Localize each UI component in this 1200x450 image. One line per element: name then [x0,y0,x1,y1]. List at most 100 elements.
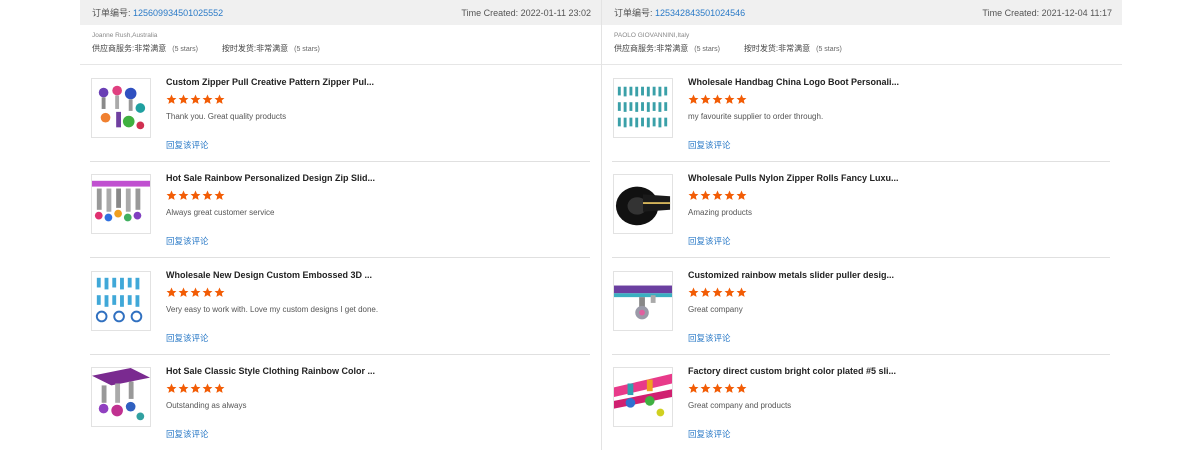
star-icon [736,94,747,105]
product-image [614,175,672,233]
star-icon [190,190,201,201]
rating-on-time-delivery: 按时发货: 非常满意 (5 stars) [744,43,842,54]
product-thumbnail[interactable] [613,78,673,138]
star-icon [178,94,189,105]
review-comment: Great company and products [688,401,792,410]
reply-link[interactable]: 回复该评论 [166,139,209,151]
star-rating [688,287,747,298]
order-panel-1: 订单编号: 125609934501025552 Time Created: 2… [80,0,602,450]
star-icon [700,190,711,201]
star-icon [178,287,189,298]
product-title[interactable]: Wholesale Pulls Nylon Zipper Rolls Fancy… [688,173,899,183]
star-icon [712,94,723,105]
product-image [92,175,150,233]
rating-value: 非常满意 [256,44,289,53]
star-icon [202,287,213,298]
review-item: Hot Sale Rainbow Personalized Design Zip… [90,162,590,258]
order-number-link[interactable]: 125342843501024546 [655,8,745,18]
product-thumbnail[interactable] [613,271,673,331]
star-icon [166,190,177,201]
rating-label: 按时发货: [743,44,779,53]
product-thumbnail[interactable] [613,174,673,234]
product-title[interactable]: Hot Sale Classic Style Clothing Rainbow … [166,366,376,376]
rating-stars-text: (5 stars) [172,46,198,53]
star-icon [214,287,225,298]
star-icon [724,94,735,105]
star-icon [166,383,177,394]
star-icon [724,287,735,298]
reply-link[interactable]: 回复该评论 [688,235,731,247]
order-panel-2: 订单编号: 125342843501024546 Time Created: 2… [602,0,1122,450]
product-title[interactable]: Hot Sale Rainbow Personalized Design Zip… [166,173,376,183]
product-title[interactable]: Wholesale Handbag China Logo Boot Person… [688,77,899,87]
review-item: Factory direct custom bright color plate… [612,355,1110,450]
review-item: Wholesale Pulls Nylon Zipper Rolls Fancy… [612,162,1110,258]
review-item: Custom Zipper Pull Creative Pattern Zipp… [90,66,590,162]
star-icon [202,383,213,394]
rating-value: 非常满意 [656,44,689,53]
reply-link[interactable]: 回复该评论 [166,332,209,344]
order-header: 订单编号: 125342843501024546 Time Created: 2… [602,0,1122,25]
rating-stars-text: (5 stars) [294,46,320,53]
buyer-name: Joanne Rush,Australia [92,32,158,39]
rating-on-time-delivery: 按时发货: 非常满意 (5 stars) [222,43,320,54]
star-icon [700,287,711,298]
review-item: Hot Sale Classic Style Clothing Rainbow … [90,355,590,450]
star-icon [712,190,723,201]
star-rating [166,383,225,394]
product-image [92,79,150,137]
star-icon [166,287,177,298]
reply-link[interactable]: 回复该评论 [166,428,209,440]
order-header: 订单编号: 125609934501025552 Time Created: 2… [80,0,601,25]
star-icon [214,94,225,105]
product-thumbnail[interactable] [91,174,151,234]
order-number-link[interactable]: 125609934501025552 [133,8,223,18]
review-comment: my favourite supplier to order through. [688,112,824,121]
review-comment: Great company [688,305,743,314]
star-icon [166,94,177,105]
rating-stars-text: (5 stars) [816,46,842,53]
reply-link[interactable]: 回复该评论 [688,139,731,151]
star-icon [736,190,747,201]
product-title[interactable]: Wholesale New Design Custom Embossed 3D … [166,270,376,280]
star-icon [190,383,201,394]
product-thumbnail[interactable] [91,78,151,138]
order-number-label: 订单编号: [614,8,653,18]
star-icon [724,383,735,394]
product-title[interactable]: Factory direct custom bright color plate… [688,366,898,376]
rating-label: 供应商服务: [614,44,657,53]
product-title[interactable]: Customized rainbow metals slider puller … [688,270,898,280]
review-comment: Very easy to work with. Love my custom d… [166,305,379,314]
rating-supplier-service: 供应商服务: 非常满意 (5 stars) [92,43,198,54]
order-meta: Joanne Rush,Australia 供应商服务: 非常满意 (5 sta… [80,25,601,65]
star-icon [700,383,711,394]
star-rating [166,287,225,298]
rating-stars-text: (5 stars) [694,46,720,53]
reply-link[interactable]: 回复该评论 [166,235,209,247]
reply-link[interactable]: 回复该评论 [688,428,731,440]
order-meta: PAOLO GIOVANNINI,Italy 供应商服务: 非常满意 (5 st… [602,25,1122,65]
star-icon [214,190,225,201]
rating-value: 非常满意 [778,44,811,53]
product-thumbnail[interactable] [91,367,151,427]
review-item: Wholesale Handbag China Logo Boot Person… [612,66,1110,162]
buyer-name: PAOLO GIOVANNINI,Italy [614,32,690,39]
product-title[interactable]: Custom Zipper Pull Creative Pattern Zipp… [166,77,376,87]
star-icon [214,383,225,394]
star-icon [202,190,213,201]
product-image [614,272,672,330]
review-comment: Amazing products [688,208,753,217]
rating-label: 按时发货: [221,44,257,53]
reply-link[interactable]: 回复该评论 [688,332,731,344]
star-icon [688,287,699,298]
star-icon [178,383,189,394]
review-item: Wholesale New Design Custom Embossed 3D … [90,259,590,355]
time-created: Time Created: 2021-12-04 11:17 [982,7,1112,18]
order-number: 订单编号: 125609934501025552 [92,6,223,19]
star-icon [700,94,711,105]
rating-label: 供应商服务: [92,44,135,53]
star-rating [166,190,225,201]
product-thumbnail[interactable] [613,367,673,427]
product-thumbnail[interactable] [91,271,151,331]
rating-value: 非常满意 [134,44,167,53]
